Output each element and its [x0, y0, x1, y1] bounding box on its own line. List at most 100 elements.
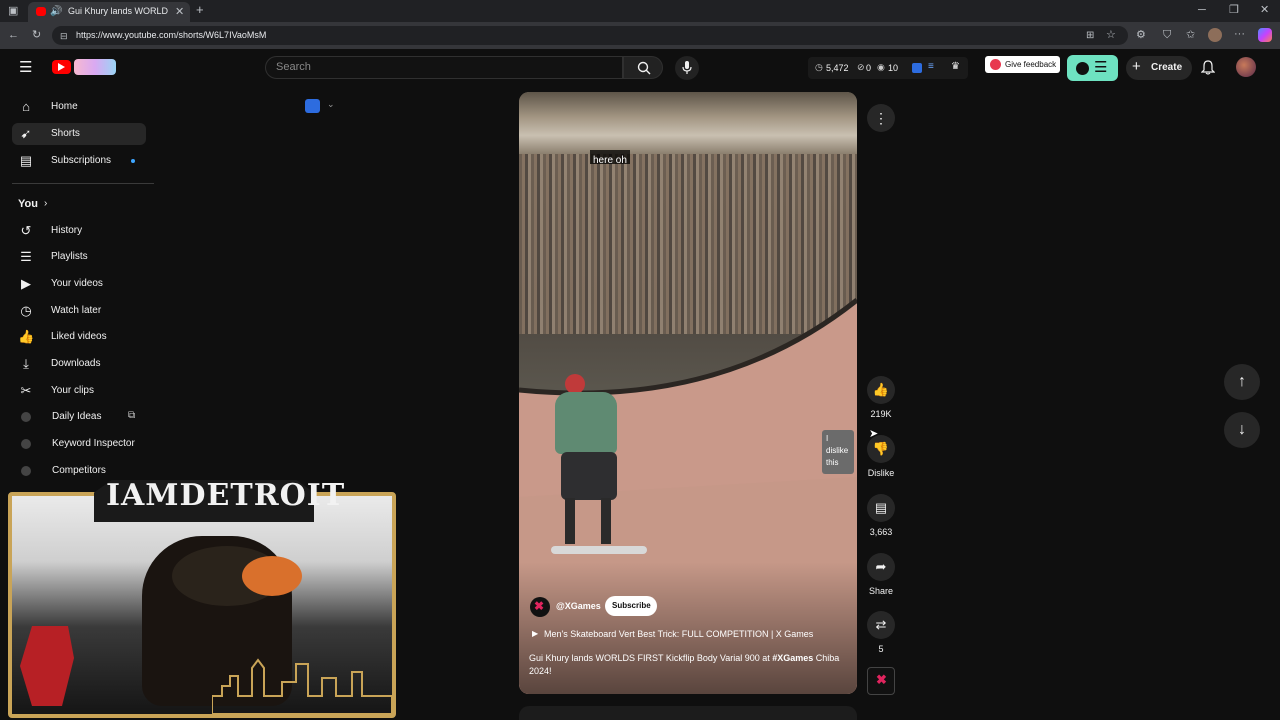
favorite-star-icon[interactable]: ☆	[1106, 29, 1116, 41]
sidebar-item-watch-later[interactable]: ◷ Watch later	[12, 300, 146, 322]
browser-tab[interactable]: 🔊 Gui Khury lands WORLDS FIRST ✕	[28, 2, 190, 22]
sidebar-item-home[interactable]: ⌂ Home	[12, 96, 146, 118]
sidebar-item-your-videos[interactable]: ▶ Your videos	[12, 273, 146, 295]
subscribe-button[interactable]: Subscribe	[605, 596, 657, 616]
thumbs-up-icon: 👍	[867, 376, 895, 404]
notifications-bell-icon[interactable]	[1201, 60, 1215, 75]
reload-icon[interactable]: ↻	[32, 29, 41, 41]
account-avatar[interactable]	[1236, 57, 1256, 77]
sound-thumbnail[interactable]: ✖	[867, 667, 895, 695]
vidiq-icon	[21, 439, 31, 449]
history-icon: ↺	[20, 223, 32, 238]
shorts-video-player[interactable]: here oh ✖ @XGames Subscribe ▶ Men's Skat…	[519, 92, 857, 694]
speaker-icon[interactable]: 🔊	[50, 6, 62, 18]
previous-short-button[interactable]: ↑	[1224, 364, 1260, 400]
chevron-right-icon: ›	[44, 198, 48, 209]
search-input[interactable]	[276, 61, 606, 73]
vidiq-menu-button[interactable]: ☰	[1067, 55, 1118, 81]
sidebar-item-label: Home	[51, 101, 78, 112]
play-icon: ▶	[532, 629, 539, 638]
maximize-icon[interactable]: ❐	[1229, 4, 1239, 16]
sidebar-item-history[interactable]: ↺ History	[12, 220, 146, 242]
dislike-button[interactable]: 👎 Dislike	[867, 435, 895, 478]
vidiq-dropdown[interactable]: ⌄	[303, 96, 341, 116]
like-button[interactable]: 👍 219K	[867, 376, 895, 419]
caption-text: here oh	[593, 155, 627, 166]
browser-essentials-icon[interactable]: ⛉	[1163, 29, 1171, 41]
youtube-favicon-icon	[36, 7, 46, 16]
channel-handle[interactable]: @XGames	[556, 601, 601, 611]
share-arrow-icon: ➦	[867, 553, 895, 581]
sidebar-item-your-clips[interactable]: ✂ Your clips	[12, 380, 146, 402]
trophy-icon: ♛	[951, 61, 960, 72]
tab-title: Gui Khury lands WORLDS FIRST	[68, 6, 168, 16]
share-button[interactable]: ➦ Share	[867, 553, 895, 596]
sidebar-item-label: Your clips	[51, 385, 94, 396]
next-short-button[interactable]: ↓	[1224, 412, 1260, 448]
copilot-icon[interactable]	[1258, 28, 1272, 42]
sidebar-item-liked-videos[interactable]: 👍 Liked videos	[12, 326, 146, 348]
you-section-header[interactable]: You ›	[18, 198, 78, 212]
your-videos-icon: ▶	[21, 276, 31, 291]
give-feedback-label: Give feedback	[1005, 60, 1057, 69]
feedback-icon	[990, 59, 1001, 70]
site-info-icon[interactable]: ⊟	[60, 30, 68, 42]
hamburger-menu-icon[interactable]: ☰	[19, 60, 32, 75]
app-install-icon[interactable]: ⊞	[1086, 30, 1094, 42]
share-label: Share	[868, 586, 894, 596]
browser-address-bar: ← ↻ ⊟ https://www.youtube.com/shorts/W6L…	[0, 22, 1280, 49]
sidebar-item-label: Watch later	[51, 305, 102, 316]
clips-icon: ✂	[20, 383, 32, 398]
url-box[interactable]: ⊟ https://www.youtube.com/shorts/W6L7IVa…	[52, 26, 1128, 45]
sidebar-item-label: Your videos	[51, 278, 103, 289]
sidebar-item-downloads[interactable]: ⤓ Downloads	[12, 353, 146, 375]
mouse-cursor-icon: ➤	[869, 428, 879, 440]
related-video-link[interactable]: Men's Skateboard Vert Best Trick: FULL C…	[544, 629, 813, 639]
sidebar-item-label: Playlists	[51, 251, 88, 262]
new-content-dot	[131, 159, 135, 163]
comments-button[interactable]: ▤ 3,663	[867, 494, 895, 537]
create-button[interactable]: + Create	[1126, 56, 1192, 80]
block-icon: ⊘	[857, 62, 865, 72]
sidebar-divider	[12, 183, 154, 184]
external-link-icon: ⧉	[128, 410, 136, 421]
sidebar-item-playlists[interactable]: ☰ Playlists	[12, 246, 146, 268]
voice-search-button[interactable]	[675, 56, 699, 80]
minimize-icon[interactable]: ─	[1198, 4, 1206, 16]
search-button[interactable]	[623, 56, 663, 79]
favorites-icon[interactable]: ✩	[1186, 29, 1195, 41]
new-tab-icon[interactable]: +	[196, 3, 204, 16]
vidiq-stats-bar[interactable]: ◷ 5,472 ⊘ 0 ◉ 10 ≡ ♛	[808, 57, 968, 79]
sidebar-item-shorts[interactable]: ➹ Shorts	[12, 123, 146, 145]
youtube-logo[interactable]	[52, 59, 116, 76]
search-icon	[637, 61, 651, 75]
clock-icon: ◷	[815, 62, 823, 72]
liked-videos-icon: 👍	[18, 329, 35, 344]
tab-actions-icon[interactable]: ▣	[8, 5, 18, 17]
next-short-preview[interactable]	[519, 706, 857, 720]
back-icon[interactable]: ←	[8, 29, 19, 41]
close-tab-icon[interactable]: ✕	[175, 6, 184, 18]
extensions-icon[interactable]: ⚙	[1136, 29, 1146, 41]
hashtag-link[interactable]: #XGames	[772, 653, 813, 663]
window-close-icon[interactable]: ✕	[1260, 4, 1269, 16]
search-box[interactable]	[265, 56, 623, 79]
channel-avatar[interactable]: ✖	[530, 597, 550, 617]
webcam-frame	[8, 492, 396, 718]
home-icon: ⌂	[22, 99, 30, 114]
arrow-down-icon: ↓	[1238, 421, 1246, 438]
sidebar-item-subscriptions[interactable]: ▤ Subscriptions	[12, 150, 146, 172]
eye-icon: ◉	[877, 62, 885, 72]
more-actions-button[interactable]: ⋮	[867, 104, 895, 132]
remix-button[interactable]: ⇄ 5	[867, 611, 895, 654]
stat-views: 5,472	[826, 63, 849, 73]
tooltip-line: this	[826, 458, 839, 467]
profile-avatar[interactable]	[1208, 28, 1222, 42]
skater-figure	[543, 374, 653, 574]
give-feedback-button[interactable]: Give feedback	[985, 56, 1060, 73]
menu-icon: ☰	[1094, 59, 1108, 76]
sidebar-item-keyword-inspector[interactable]: Keyword Inspector	[12, 433, 146, 455]
sidebar-item-daily-ideas[interactable]: Daily Ideas ⧉	[12, 406, 146, 428]
more-options-icon[interactable]: ···	[1234, 28, 1245, 40]
sidebar-item-label: History	[51, 225, 83, 236]
